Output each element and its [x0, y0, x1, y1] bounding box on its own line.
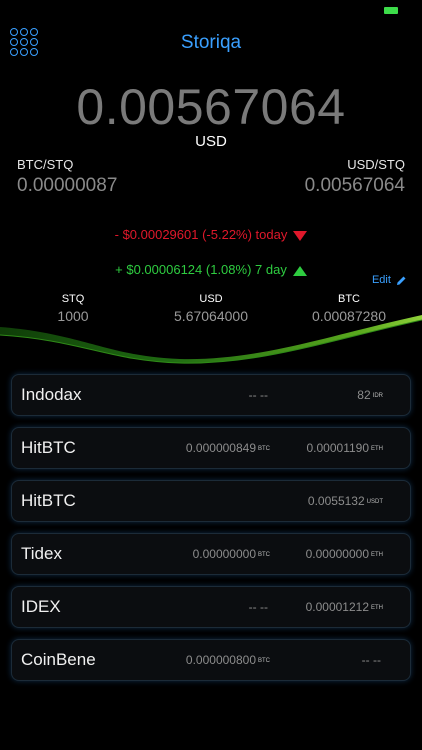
exchange-name: HitBTC [21, 438, 76, 457]
exchange-price-1: 0.000000800 BTC [186, 653, 270, 667]
holding-value: 0.00087280 [312, 308, 386, 324]
price-unit: USDT [366, 498, 383, 505]
price-value: 0.00000000 [192, 547, 256, 561]
exchange-row-coinbene[interactable]: CoinBene 0.000000800 BTC -- -- [11, 639, 411, 681]
price-value: 0.000000800 [185, 653, 256, 667]
holding-value: 5.67064000 [174, 308, 248, 324]
holding-stq: STQ 1000 [3, 293, 143, 324]
pair-left-value: 0.00000087 [17, 175, 118, 196]
exchange-price-2: 0.00000000 ETH [306, 547, 383, 561]
app-title: Storiqa [180, 32, 242, 53]
holding-label: BTC [338, 293, 360, 305]
change-week-text: + $0.00006124 (1.08%) 7 day [115, 262, 287, 277]
price-unit: ETH [371, 604, 383, 611]
price-unit: IDR [372, 392, 383, 399]
exchange-name: HitBTC [21, 491, 76, 510]
exchange-price-1: 0.00000000 BTC [193, 547, 270, 561]
up-arrow-icon [292, 265, 307, 276]
change-today-text: - $0.00029601 (-5.22%) today [114, 227, 288, 242]
exchange-price-2: -- -- [362, 653, 383, 667]
exchange-price-2: 0.00001190 ETH [306, 441, 383, 455]
exchange-price-1: 0.000000849 BTC [186, 441, 270, 455]
exchange-row-hitbtc[interactable]: HitBTC 0.000000849 BTC 0.00001190 ETH [11, 427, 411, 469]
price-unit: ETH [371, 551, 383, 558]
price-value: 0.000000849 [185, 441, 256, 455]
price-value: -- -- [248, 600, 268, 614]
exchange-price-2: 0.00001212 ETH [306, 600, 383, 614]
main-price: 0.00567064 [76, 79, 346, 135]
exchange-name: Tidex [21, 544, 62, 563]
main-price-currency: USD [195, 133, 227, 150]
edit-button[interactable]: Edit [372, 274, 407, 286]
holding-label: USD [199, 293, 223, 305]
pencil-icon [397, 276, 406, 285]
down-arrow-icon [293, 230, 308, 241]
exchange-price-1: -- -- [249, 600, 270, 614]
price-value: -- -- [361, 653, 381, 667]
edit-label: Edit [371, 274, 391, 286]
exchange-price-1: -- -- [249, 388, 270, 402]
exchange-row-hitbtc-usdt[interactable]: HitBTC 0.0055132 USDT [11, 480, 411, 522]
battery-icon [384, 7, 398, 14]
holding-usd: USD 5.67064000 [141, 293, 281, 324]
change-week: + $0.00006124 (1.08%) 7 day [0, 262, 422, 277]
exchange-row-indodax[interactable]: Indodax -- -- 82 IDR [11, 374, 411, 416]
price-value: 0.00000000 [305, 547, 369, 561]
pair-left-label: BTC/STQ [17, 157, 74, 172]
price-value: 0.00001212 [305, 600, 369, 614]
price-unit: BTC [258, 445, 270, 452]
exchange-name: Indodax [21, 385, 82, 404]
holding-btc: BTC 0.00087280 [279, 293, 419, 324]
exchange-row-idex[interactable]: IDEX -- -- 0.00001212 ETH [11, 586, 411, 628]
price-value: 0.00001190 [306, 441, 369, 455]
exchange-price-2: 82 IDR [357, 388, 383, 402]
exchange-row-tidex[interactable]: Tidex 0.00000000 BTC 0.00000000 ETH [11, 533, 411, 575]
price-value: 0.0055132 [307, 494, 365, 508]
price-unit: BTC [258, 657, 270, 664]
holding-label: STQ [61, 293, 85, 305]
price-value: -- -- [248, 388, 268, 402]
exchange-price-1 [268, 494, 270, 508]
pair-right-value: 0.00567064 [304, 175, 405, 196]
price-value: 82 [357, 388, 371, 402]
pair-right-label: USD/STQ [347, 157, 405, 172]
exchange-name: IDEX [21, 597, 61, 616]
exchange-price-2: 0.0055132 USDT [308, 494, 383, 508]
change-today: - $0.00029601 (-5.22%) today [0, 227, 422, 242]
price-unit: ETH [371, 445, 383, 452]
price-unit: BTC [258, 551, 270, 558]
exchange-name: CoinBene [21, 650, 96, 669]
holding-value: 1000 [57, 308, 89, 324]
